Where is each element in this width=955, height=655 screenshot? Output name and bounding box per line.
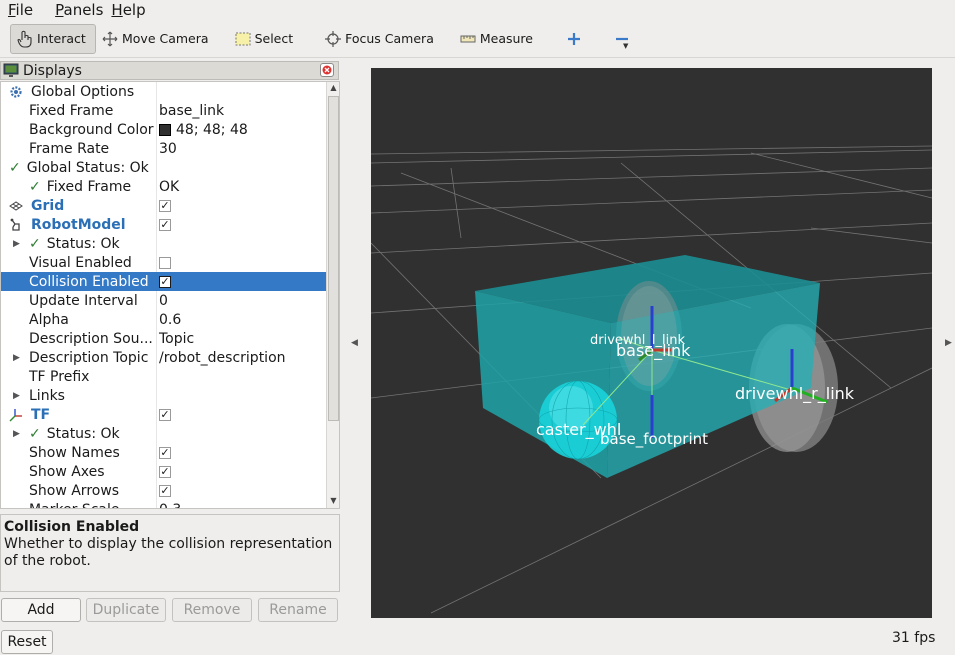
label-drivewhl-r: drivewhl_r_link <box>735 384 855 404</box>
description-title: Collision Enabled <box>4 519 140 535</box>
focus-camera-label: Focus Camera <box>345 31 434 46</box>
tree-row-update-interval[interactable]: Update Interval 0 <box>1 291 327 310</box>
expand-arrow-icon[interactable]: ▶ <box>13 239 20 249</box>
close-icon <box>322 65 332 75</box>
add-tool-button[interactable] <box>561 24 587 54</box>
checkmark-icon: ✓ <box>29 235 41 252</box>
tree-row-robotmodel[interactable]: RobotModel <box>1 215 327 234</box>
remove-tool-button[interactable]: ▼ <box>609 24 635 54</box>
label-base-footprint: base_footprint <box>600 430 708 449</box>
ruler-icon <box>460 35 476 42</box>
checkmark-icon: ✓ <box>29 178 41 195</box>
tree-row-links[interactable]: ▶ Links <box>1 386 327 405</box>
scrollbar-thumb[interactable] <box>328 96 339 421</box>
tree-row-tf[interactable]: TF <box>1 405 327 424</box>
duplicate-button[interactable]: Duplicate <box>86 598 166 622</box>
label-base-link: base_link <box>616 341 691 361</box>
rename-button[interactable]: Rename <box>258 598 338 622</box>
tree-row-tf-status[interactable]: ▶ ✓ Status: Ok <box>1 424 327 443</box>
interact-tool-button[interactable]: Interact <box>10 23 96 54</box>
menu-bar: File Panels Help <box>0 0 955 19</box>
robotmodel-checkbox[interactable] <box>159 218 171 231</box>
show-names-checkbox[interactable] <box>159 446 171 459</box>
tree-row-background-color[interactable]: Background Color 48; 48; 48 <box>1 120 327 139</box>
expand-arrow-icon[interactable]: ▶ <box>13 391 20 401</box>
focus-target-icon <box>325 30 342 47</box>
tree-row-marker-scale[interactable]: Marker Scale 0.3 <box>1 500 327 509</box>
expand-arrow-icon[interactable]: ▶ <box>13 353 20 363</box>
displays-title: Displays <box>23 62 82 79</box>
color-swatch <box>159 123 171 136</box>
select-label: Select <box>254 31 294 46</box>
tool-dropdown-icon[interactable]: ▼ <box>623 42 628 50</box>
description-text: Whether to display the collision represe… <box>4 536 333 569</box>
tf-checkbox[interactable] <box>159 408 171 421</box>
3d-viewport[interactable]: drivewhl_l_link base_link drivewhl_r_lin… <box>371 68 932 618</box>
property-description: Collision Enabled Whether to display the… <box>0 514 340 592</box>
toolbar: Interact Move Camera Select Focus Camera… <box>0 20 955 58</box>
tree-scrollbar[interactable]: ▲ ▼ <box>326 82 339 508</box>
tree-row-visual-enabled[interactable]: Visual Enabled <box>1 253 327 272</box>
tree-row-fixed-frame[interactable]: Fixed Frame base_link <box>1 101 327 120</box>
focus-camera-tool-button[interactable]: Focus Camera <box>319 24 440 54</box>
move-camera-tool-button[interactable]: Move Camera <box>96 24 215 54</box>
axes-icon <box>9 408 22 421</box>
collapse-left-icon[interactable]: ◀ <box>351 338 358 348</box>
tree-row-description-topic[interactable]: ▶ Description Topic /robot_description <box>1 348 327 367</box>
visual-enabled-checkbox[interactable] <box>159 256 171 269</box>
collision-enabled-checkbox[interactable] <box>159 275 171 288</box>
checkmark-icon: ✓ <box>29 425 41 442</box>
show-axes-checkbox[interactable] <box>159 465 171 478</box>
menu-panels[interactable]: Panels <box>51 1 107 19</box>
fps-counter: 31 fps <box>892 630 936 646</box>
monitor-icon <box>3 63 19 77</box>
gear-icon <box>10 85 22 98</box>
select-box-icon <box>235 32 251 45</box>
grid-checkbox[interactable] <box>159 199 171 212</box>
add-button[interactable]: Add <box>1 598 81 622</box>
checkmark-icon: ✓ <box>9 159 21 176</box>
displays-tree: Global Options Fixed Frame base_link Bac… <box>0 81 340 509</box>
measure-label: Measure <box>479 31 533 46</box>
move-camera-label: Move Camera <box>122 31 209 46</box>
tree-row-alpha[interactable]: Alpha 0.6 <box>1 310 327 329</box>
tree-row-tf-prefix[interactable]: TF Prefix <box>1 367 327 386</box>
scroll-down-icon[interactable]: ▼ <box>327 496 339 508</box>
menu-help[interactable]: Help <box>107 1 149 19</box>
remove-button[interactable]: Remove <box>172 598 252 622</box>
interact-label: Interact <box>37 31 86 46</box>
menu-file[interactable]: File <box>4 1 37 19</box>
hand-pointer-icon <box>17 30 32 48</box>
measure-tool-button[interactable]: Measure <box>454 24 539 54</box>
select-tool-button[interactable]: Select <box>229 24 300 54</box>
tree-row-fixed-frame-status[interactable]: ✓ Fixed Frame OK <box>1 177 327 196</box>
tree-row-collision-enabled[interactable]: Collision Enabled <box>1 272 327 291</box>
close-panel-button[interactable] <box>320 63 334 77</box>
tree-row-grid[interactable]: Grid <box>1 196 327 215</box>
move-arrows-icon <box>102 31 118 46</box>
collapse-right-icon[interactable]: ▶ <box>945 338 952 348</box>
tree-row-frame-rate[interactable]: Frame Rate 30 <box>1 139 327 158</box>
robot-icon <box>10 218 20 231</box>
tree-row-global-status[interactable]: ✓ Global Status: Ok <box>1 158 327 177</box>
plus-icon <box>567 32 580 45</box>
scroll-up-icon[interactable]: ▲ <box>327 83 339 95</box>
reset-button[interactable]: Reset <box>1 630 53 654</box>
displays-panel-header: Displays <box>0 61 339 80</box>
3d-scene[interactable]: drivewhl_l_link base_link drivewhl_r_lin… <box>371 68 932 618</box>
show-arrows-checkbox[interactable] <box>159 484 171 497</box>
tree-row-show-axes[interactable]: Show Axes <box>1 462 327 481</box>
grid-icon <box>9 200 23 211</box>
tree-row-global-options[interactable]: Global Options <box>1 82 327 101</box>
expand-arrow-icon[interactable]: ▶ <box>13 429 20 439</box>
tree-row-show-arrows[interactable]: Show Arrows <box>1 481 327 500</box>
tree-row-description-source[interactable]: Description Sou... Topic <box>1 329 327 348</box>
tree-row-robotmodel-status[interactable]: ▶ ✓ Status: Ok <box>1 234 327 253</box>
tree-row-show-names[interactable]: Show Names <box>1 443 327 462</box>
